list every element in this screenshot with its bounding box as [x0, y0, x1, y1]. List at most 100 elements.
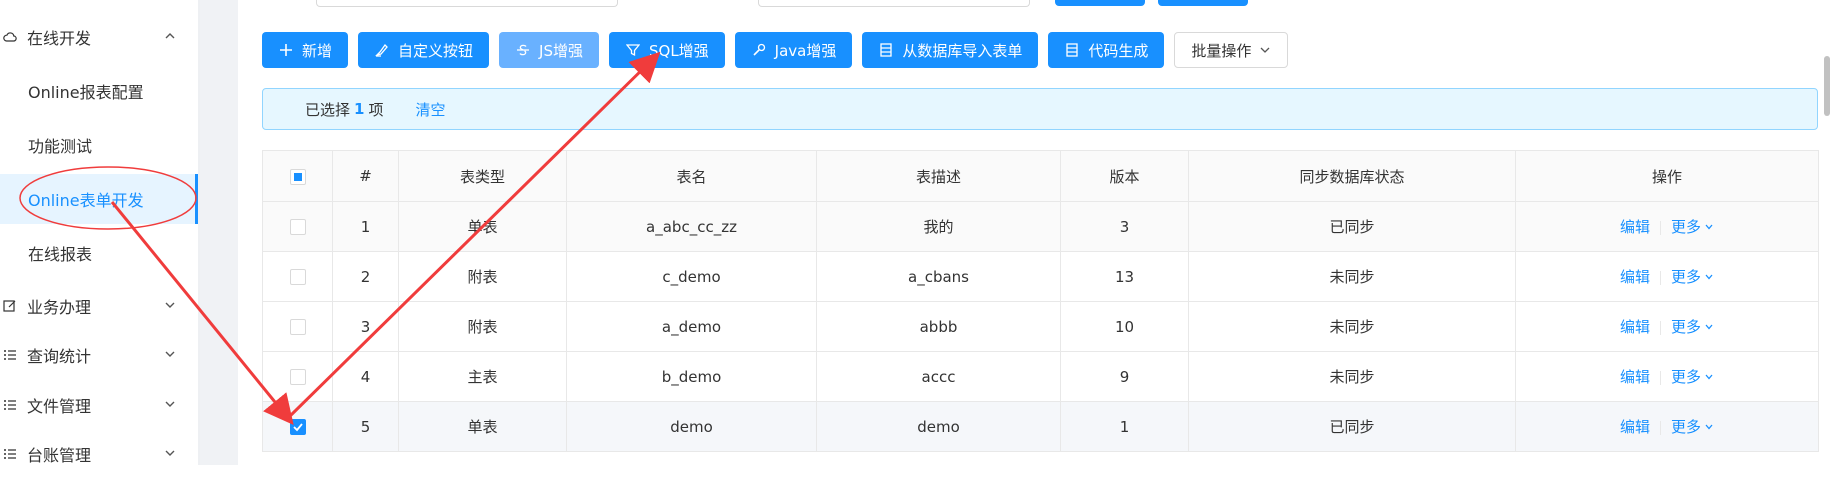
table-row[interactable]: 2 附表 c_demo a_cbans 13 未同步 编辑 更多	[262, 251, 1819, 302]
code-gen-button[interactable]: 代码生成	[1048, 32, 1165, 68]
column-header: #	[332, 150, 399, 202]
table-name: a_demo	[566, 301, 817, 352]
search-input[interactable]	[316, 0, 618, 7]
menu-group-business[interactable]: 业务办理	[0, 283, 198, 329]
more-label: 更多	[1671, 218, 1702, 236]
divider	[1660, 420, 1661, 435]
sql-enhance-button[interactable]: SQL增强	[608, 32, 725, 68]
table-desc: a_cbans	[816, 251, 1061, 302]
edit-link[interactable]: 编辑	[1620, 418, 1650, 436]
row-checkbox[interactable]	[289, 369, 306, 385]
table-type: 主表	[398, 351, 567, 402]
cloud-icon	[3, 30, 17, 44]
selected-prefix: 已选择	[305, 100, 351, 119]
table-row[interactable]: 5 单表 demo demo 1 已同步 编辑 更多	[262, 401, 1819, 452]
more-dropdown[interactable]: 更多	[1671, 268, 1714, 286]
menu-group-files[interactable]: 文件管理	[0, 382, 198, 428]
more-dropdown[interactable]: 更多	[1671, 318, 1714, 336]
edit-link[interactable]: 编辑	[1620, 268, 1650, 286]
row-checkbox[interactable]	[289, 419, 306, 435]
menu-group-label: 在线开发	[27, 29, 92, 48]
sidebar-item-function-test[interactable]: 功能测试	[0, 120, 198, 170]
search-button[interactable]	[1055, 0, 1145, 6]
column-header: 表类型	[398, 150, 567, 202]
sidebar-item-online-form-dev[interactable]: Online表单开发	[0, 174, 198, 224]
table-version: 9	[1060, 351, 1189, 402]
row-number: 4	[332, 351, 399, 402]
import-from-db-button[interactable]: 从数据库导入表单	[862, 32, 1039, 68]
row-checkbox[interactable]	[289, 319, 306, 335]
sidebar-item-label: Online报表配置	[28, 83, 144, 102]
more-dropdown[interactable]: 更多	[1671, 418, 1714, 436]
divider	[1660, 370, 1661, 385]
java-enhance-button[interactable]: Java增强	[734, 32, 853, 68]
table-row[interactable]: 3 附表 a_demo abbb 10 未同步 编辑 更多	[262, 301, 1819, 352]
row-select-cell	[262, 401, 333, 452]
row-select-cell	[262, 351, 333, 402]
chevron-down-icon	[1704, 418, 1714, 436]
sync-status: 未同步	[1188, 351, 1516, 402]
add-button[interactable]: 新增	[262, 32, 349, 68]
row-checkbox[interactable]	[289, 269, 306, 285]
batch-actions-dropdown[interactable]: 批量操作	[1174, 32, 1289, 68]
list-icon	[3, 447, 17, 461]
more-label: 更多	[1671, 418, 1702, 436]
row-actions: 编辑 更多	[1515, 301, 1819, 352]
divider	[1660, 320, 1661, 335]
selection-alert: 已选择 1 项 清空	[262, 88, 1818, 130]
sync-status: 已同步	[1188, 401, 1516, 452]
clear-selection-link[interactable]: 清空	[415, 99, 445, 120]
edit-link[interactable]: 编辑	[1620, 218, 1650, 236]
list-icon	[3, 348, 17, 362]
chevron-down-icon	[1259, 44, 1271, 56]
edit-icon	[3, 299, 17, 313]
menu-group-online-dev[interactable]: 在线开发	[0, 14, 198, 60]
more-label: 更多	[1671, 368, 1702, 386]
search-input[interactable]	[758, 0, 1030, 7]
table-header-row: # 表类型 表名 表描述 版本 同步数据库状态 操作	[262, 150, 1819, 202]
sidebar-item-online-report-config[interactable]: Online报表配置	[0, 66, 198, 116]
chevron-down-icon	[1704, 218, 1714, 236]
table-row[interactable]: 4 主表 b_demo accc 9 未同步 编辑 更多	[262, 351, 1819, 402]
select-all-checkbox[interactable]	[289, 168, 306, 185]
data-table: # 表类型 表名 表描述 版本 同步数据库状态 操作 1 单表 a_abc_cc_z…	[262, 150, 1819, 452]
divider	[1660, 270, 1661, 285]
add-button-label: 新增	[302, 41, 333, 60]
table-type: 附表	[398, 301, 567, 352]
chevron-up-icon	[162, 28, 178, 44]
menu-group-query[interactable]: 查询统计	[0, 332, 198, 378]
sidebar-item-online-report[interactable]: 在线报表	[0, 228, 198, 278]
column-header: 表名	[566, 150, 817, 202]
import-from-db-label: 从数据库导入表单	[902, 41, 1023, 60]
chevron-down-icon	[162, 346, 178, 362]
sidebar-item-label: 功能测试	[28, 137, 93, 156]
more-dropdown[interactable]: 更多	[1671, 368, 1714, 386]
plus-icon	[278, 42, 294, 58]
custom-button-button[interactable]: 自定义按钮	[358, 32, 490, 68]
chevron-down-icon	[162, 297, 178, 313]
scrollbar-thumb[interactable]	[1824, 56, 1830, 116]
menu-group-ledger[interactable]: 台账管理	[0, 431, 198, 477]
edit-link[interactable]: 编辑	[1620, 368, 1650, 386]
chevron-down-icon	[1704, 318, 1714, 336]
table-name: b_demo	[566, 351, 817, 402]
table-row[interactable]: 1 单表 a_abc_cc_zz 我的 3 已同步 编辑 更多	[262, 201, 1819, 252]
java-enhance-label: Java增强	[774, 41, 837, 60]
sidebar: 在线开发 Online报表配置 功能测试 Online表单开发 在线报表 业务办…	[0, 0, 198, 465]
table-type: 单表	[398, 201, 567, 252]
js-enhance-label: JS增强	[539, 41, 583, 60]
js-enhance-button[interactable]: JS增强	[499, 32, 599, 68]
more-dropdown[interactable]: 更多	[1671, 218, 1714, 236]
edit-link[interactable]: 编辑	[1620, 318, 1650, 336]
check-icon	[292, 423, 303, 432]
table-name: c_demo	[566, 251, 817, 302]
database-icon	[1064, 42, 1080, 58]
row-checkbox[interactable]	[289, 219, 306, 235]
reset-button[interactable]	[1158, 0, 1248, 6]
more-label: 更多	[1671, 268, 1702, 286]
chevron-down-icon	[1704, 268, 1714, 286]
divider	[1660, 220, 1661, 235]
sidebar-item-label: Online表单开发	[28, 191, 144, 210]
custom-button-label: 自定义按钮	[398, 41, 474, 60]
menu-group-label: 台账管理	[27, 446, 92, 465]
